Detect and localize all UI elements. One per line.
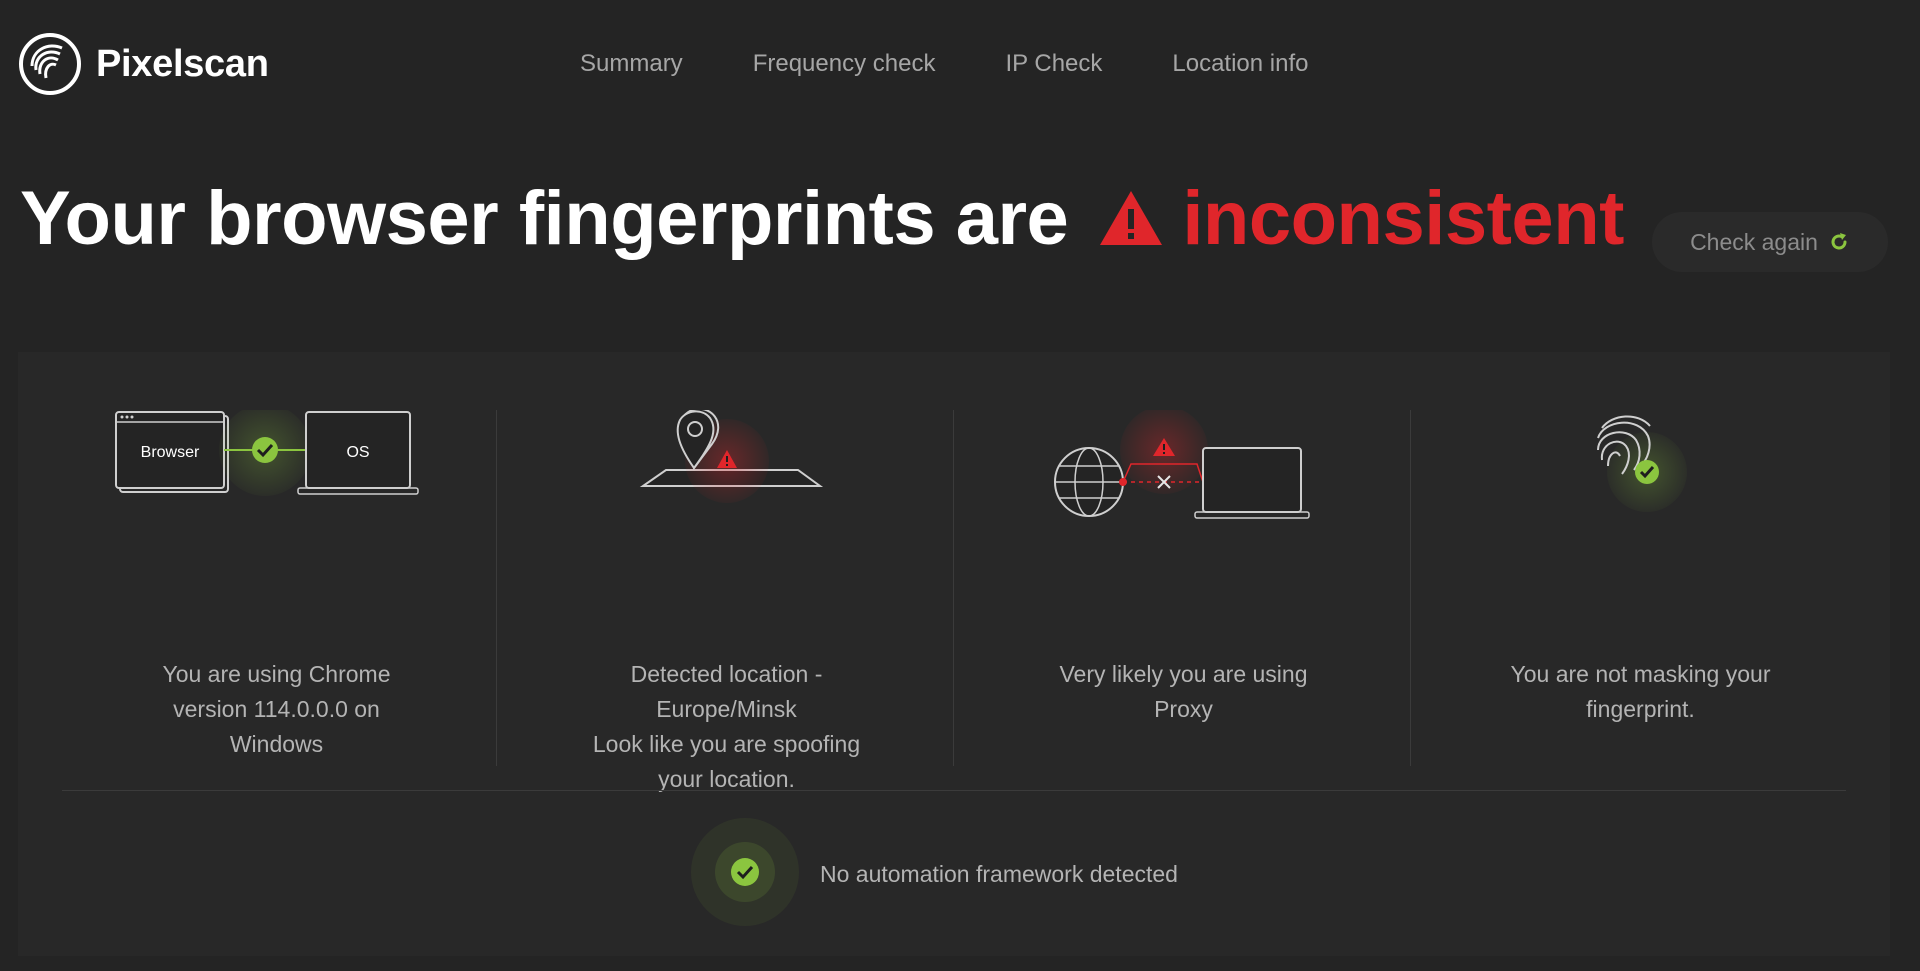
page-title: Your browser fingerprints are [20,175,1069,261]
location-card: Detected location - Europe/Minsk Look li… [498,410,955,792]
fingerprint-card: You are not masking your fingerprint. [1412,410,1869,766]
hero: Your browser fingerprints are inconsiste… [20,168,1624,268]
proxy-text: Very likely you are using Proxy [1059,661,1308,722]
check-again-button[interactable]: Check again [1652,212,1888,272]
logo-text: Pixelscan [96,42,269,85]
pixelscan-logo-icon [19,33,81,95]
divider [62,790,1846,791]
location-pin-illustration [639,410,824,503]
divider [1410,410,1411,766]
main-nav: Summary Frequency check IP Check Locatio… [580,50,1379,78]
nav-summary[interactable]: Summary [580,50,683,78]
proxy-card: Very likely you are using Proxy [955,410,1412,766]
status-text: inconsistent [1182,175,1624,261]
browser-os-illustration: Browser OS [115,410,419,496]
divider [953,410,954,766]
header: Pixelscan Summary Frequency check IP Che… [0,0,1920,130]
check-circle-icon [690,817,800,932]
nav-location-info[interactable]: Location info [1172,50,1308,78]
automation-status: No automation framework detected [690,817,1178,932]
location-text: Detected location - Europe/Minsk Look li… [592,661,861,792]
browser-label: Browser [141,444,200,461]
nav-frequency-check[interactable]: Frequency check [753,50,936,78]
browser-os-card: Browser OS You are using Chrome version … [48,410,505,766]
results-panel: Browser OS You are using Chrome version … [18,352,1890,956]
warning-icon [1098,189,1164,247]
fingerprint-illustration [1597,415,1687,512]
divider [496,410,497,766]
automation-text: No automation framework detected [820,860,1178,887]
check-again-label: Check again [1690,228,1818,255]
os-label: OS [346,444,369,461]
logo[interactable]: Pixelscan [18,32,269,96]
nav-ip-check[interactable]: IP Check [1005,50,1102,78]
refresh-icon [1828,231,1850,253]
browser-os-text: You are using Chrome version 114.0.0.0 o… [162,661,391,757]
fingerprint-text: You are not masking your fingerprint. [1510,661,1771,722]
proxy-globe-illustration [1054,410,1310,519]
